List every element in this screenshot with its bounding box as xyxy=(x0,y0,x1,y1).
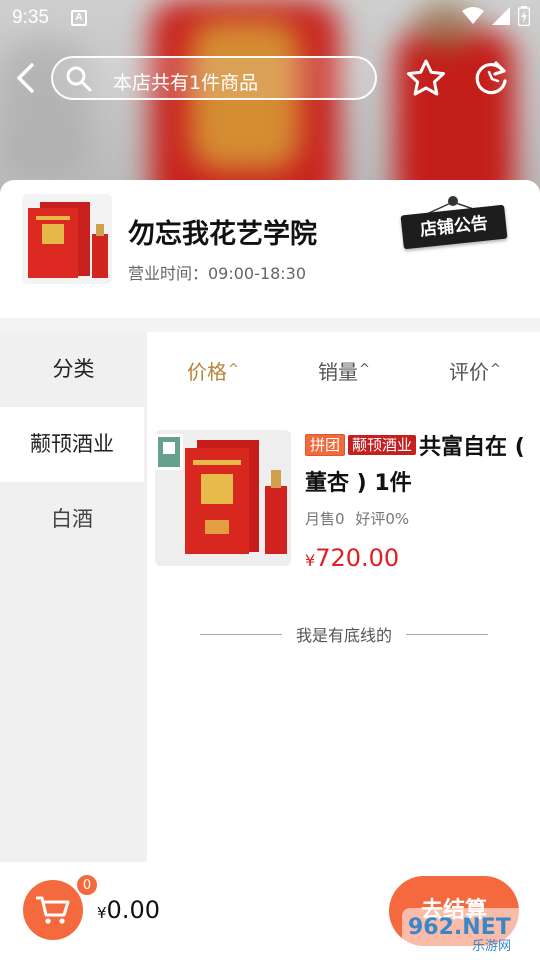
group-buy-tag: 拼团 xyxy=(305,434,346,456)
battery-icon xyxy=(518,6,530,26)
shopping-cart-icon xyxy=(36,896,70,924)
sort-sales-label: 销量 xyxy=(318,360,358,384)
sort-rating-label: 评价 xyxy=(449,360,489,384)
monthly-sales: 月售0 xyxy=(305,510,345,528)
sort-bar: 价格^ 销量^ 评价^ xyxy=(147,332,540,407)
price-currency: ¥ xyxy=(305,551,316,570)
price-value: 720.00 xyxy=(315,544,400,572)
store-logo xyxy=(22,194,112,284)
end-of-list-text: 我是有底线的 xyxy=(296,626,393,645)
status-bar: 9:35 A xyxy=(0,0,540,36)
caret-up-icon: ^ xyxy=(490,362,501,377)
cart-button[interactable] xyxy=(23,880,83,940)
sort-price-button[interactable]: 价格^ xyxy=(187,356,239,385)
good-rate: 好评0% xyxy=(355,510,410,528)
cart-count-badge: 0 xyxy=(76,874,98,896)
status-time: 9:35 xyxy=(12,7,49,28)
store-info-card: 勿忘我花艺学院 营业时间：09:00-18:30 店铺公告 xyxy=(0,180,540,318)
back-button[interactable] xyxy=(10,60,40,96)
category-title: 分类 xyxy=(52,357,95,381)
sim-icon: A xyxy=(71,10,87,26)
product-panel: 价格^ 销量^ 评价^ 拼团 颟顸酒业 共富自在 (董杏) 1件 月售0 好… xyxy=(147,332,540,862)
wifi-icon xyxy=(462,7,484,24)
store-name: 勿忘我花艺学院 xyxy=(128,219,317,250)
store-hours: 营业时间：09:00-18:30 xyxy=(128,264,306,283)
favorite-button[interactable] xyxy=(406,59,446,101)
category-tag: 颟顸酒业 xyxy=(348,435,417,455)
sort-rating-button[interactable]: 评价^ xyxy=(449,356,501,385)
caret-up-icon: ^ xyxy=(228,362,239,377)
product-stats: 月售0 好评0% xyxy=(305,508,409,529)
watermark-subtext: 乐游网 xyxy=(472,939,511,954)
signal-icon xyxy=(492,7,510,25)
category-item-baijiu[interactable]: 白酒 xyxy=(0,482,144,557)
back-arrow-icon xyxy=(17,63,34,93)
star-icon xyxy=(407,59,445,96)
sort-sales-button[interactable]: 销量^ xyxy=(318,356,370,385)
refresh-button[interactable] xyxy=(472,59,510,101)
product-card[interactable]: 拼团 颟顸酒业 共富自在 ( 董杏 ) 1件 月售0 好评0% ¥720.00 xyxy=(155,430,535,572)
store-search-bar[interactable]: 本店共有1件商品 xyxy=(51,56,377,100)
store-notice-button[interactable]: 店铺公告 xyxy=(398,196,508,250)
category-sidebar: 分类 颟顸酒业 白酒 xyxy=(0,332,147,862)
search-placeholder: 本店共有1件商品 xyxy=(113,72,259,94)
product-image xyxy=(155,430,291,566)
end-of-list-divider: 我是有底线的 xyxy=(200,622,489,646)
refresh-icon xyxy=(475,61,507,95)
search-icon xyxy=(66,66,92,92)
caret-up-icon: ^ xyxy=(359,362,370,377)
site-watermark: 962.NET 乐游网 xyxy=(398,904,536,954)
watermark-text: 962.NET xyxy=(408,915,511,940)
product-title-block: 拼团 颟顸酒业 共富自在 ( 董杏 ) 1件 xyxy=(305,430,540,502)
product-price: ¥720.00 xyxy=(305,544,399,572)
category-item-hanhan[interactable]: 颟顸酒业 xyxy=(0,407,144,482)
total-currency: ¥ xyxy=(97,904,107,922)
sort-price-label: 价格 xyxy=(187,360,227,384)
total-value: 0.00 xyxy=(106,896,160,924)
cart-total: ¥0.00 xyxy=(97,896,160,924)
